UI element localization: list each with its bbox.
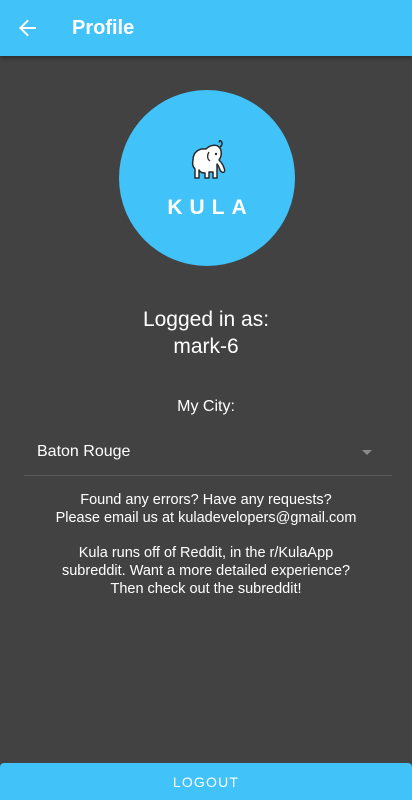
city-selected-value: Baton Rouge — [37, 443, 131, 460]
elephant-icon — [191, 140, 226, 179]
arrow-left-icon — [19, 19, 36, 37]
city-dropdown[interactable]: Baton Rouge — [24, 432, 392, 476]
username: mark-6 — [173, 335, 239, 358]
page-title: Profile — [72, 16, 135, 39]
logout-label: LOGOUT — [172, 773, 240, 790]
reddit-line: subreddit. Want a more detailed experien… — [61, 563, 351, 579]
back-button[interactable] — [0, 0, 56, 56]
profile-screen: Profile KULA Logged in as: mark-6 My Cit… — [0, 0, 412, 800]
logged-in-label: Logged in as: — [142, 308, 270, 331]
logout-button[interactable]: LOGOUT — [0, 763, 412, 800]
caret-down-icon — [362, 450, 372, 455]
logo-wordmark: KULA — [167, 196, 254, 219]
reddit-info: Kula runs off of Reddit, in the r/KulaAp… — [0, 544, 412, 598]
contact-line: Found any errors? Have any requests? — [80, 492, 332, 508]
contact-line: Please email us at kuladevelopers@gmail.… — [55, 510, 357, 526]
app-bar: Profile — [0, 0, 412, 56]
reddit-line: Kula runs off of Reddit, in the r/KulaAp… — [78, 545, 334, 561]
reddit-line: Then check out the subreddit! — [110, 581, 302, 597]
city-label: My City: — [177, 398, 235, 415]
contact-info: Found any errors? Have any requests? Ple… — [0, 491, 412, 527]
